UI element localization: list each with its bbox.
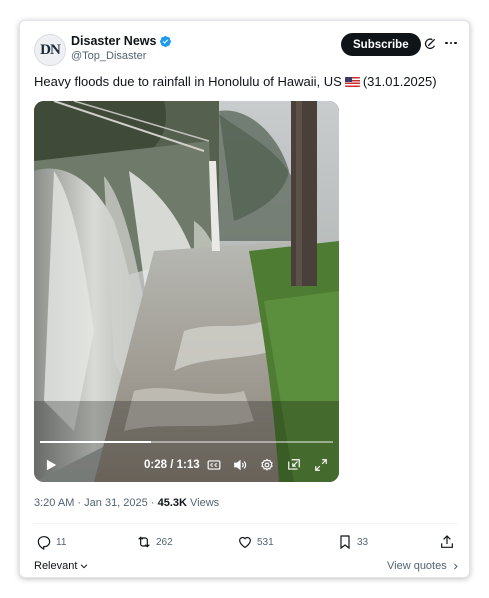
reply-button[interactable]: 11 — [36, 534, 66, 550]
tweet-meta: 3:20 AM · Jan 31, 2025 · 45.3K Views — [34, 497, 219, 509]
relevant-label: Relevant — [34, 560, 78, 572]
account-name-row[interactable]: Disaster News — [71, 34, 172, 48]
us-flag-icon — [344, 76, 360, 87]
subscribe-button[interactable]: Subscribe — [341, 33, 421, 56]
relevant-sort-dropdown[interactable]: Relevant — [34, 560, 89, 572]
bookmark-icon — [340, 535, 350, 550]
bookmark-button[interactable]: 33 — [337, 534, 368, 550]
video-progress-bar[interactable] — [40, 441, 333, 443]
like-button[interactable]: 531 — [237, 534, 274, 550]
share-button[interactable] — [439, 534, 455, 550]
meta-dot: · — [150, 497, 155, 509]
video-player[interactable]: 0:28 / 1:13 — [34, 101, 339, 482]
divider — [34, 523, 457, 524]
views-label: Views — [190, 497, 220, 509]
video-frame-image — [34, 101, 339, 482]
video-progress-fill — [40, 441, 152, 443]
share-icon — [441, 535, 453, 548]
view-quotes-label: View quotes — [387, 560, 447, 572]
heart-icon — [239, 536, 251, 549]
video-time: 0:28 / 1:13 — [144, 459, 200, 471]
bookmark-count: 33 — [357, 536, 369, 548]
play-icon[interactable] — [44, 458, 58, 472]
video-current-time: 0:28 — [144, 459, 168, 471]
repost-button[interactable]: 262 — [136, 534, 173, 550]
verified-badge-icon — [160, 35, 172, 47]
captions-icon[interactable] — [207, 458, 221, 472]
repost-icon — [138, 536, 150, 548]
account-handle[interactable]: @Top_Disaster — [71, 50, 146, 62]
tweet-text-main: Heavy floods due to rainfall in Honolulu… — [34, 74, 342, 89]
video-duration: 1:13 — [176, 459, 200, 471]
tweet-text-date: (31.01.2025) — [362, 74, 437, 89]
like-count: 531 — [257, 536, 274, 548]
meta-dot: · — [77, 497, 82, 509]
avatar-initials: DN — [40, 41, 61, 58]
account-name[interactable]: Disaster News — [71, 34, 156, 48]
chevron-right-icon — [453, 563, 458, 569]
tweet-card: DN Disaster News @Top_Disaster Subscribe… — [19, 20, 470, 578]
views-count: 45.3K — [157, 497, 187, 509]
repost-count: 262 — [156, 536, 173, 548]
volume-icon[interactable] — [233, 458, 247, 472]
video-time-separator: / — [170, 459, 174, 471]
fullscreen-icon[interactable] — [314, 458, 328, 472]
settings-icon[interactable] — [260, 458, 274, 472]
chevron-down-icon — [81, 564, 88, 569]
tweet-time[interactable]: 3:20 AM — [34, 497, 74, 509]
pip-icon[interactable] — [287, 458, 301, 472]
avatar[interactable]: DN — [34, 34, 66, 66]
reply-count: 11 — [56, 536, 67, 548]
tweet-text: Heavy floods due to rainfall in Honolulu… — [34, 74, 437, 89]
tweet-date[interactable]: Jan 31, 2025 — [84, 497, 148, 509]
reply-icon — [37, 536, 51, 550]
view-quotes-link[interactable]: View quotes — [387, 560, 460, 572]
more-icon[interactable] — [443, 35, 459, 51]
grok-icon[interactable] — [423, 37, 437, 51]
